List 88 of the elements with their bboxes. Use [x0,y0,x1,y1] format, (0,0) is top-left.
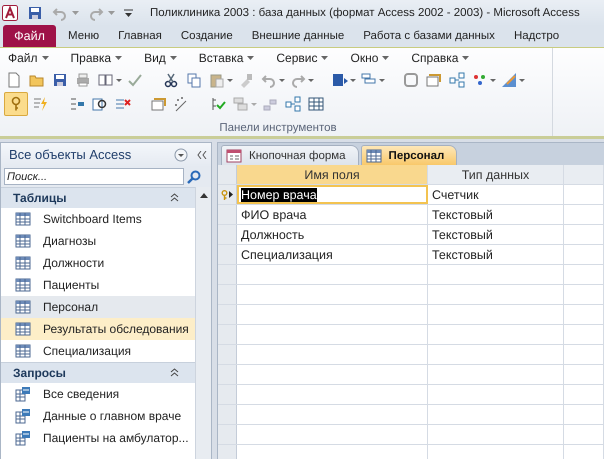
column-header[interactable]: Имя поля [237,165,428,184]
group-label: Панели инструментов [218,122,338,134]
menu-item[interactable]: Справка [407,51,474,65]
group-title: Запросы [13,366,66,380]
key-icon [221,190,228,200]
navigation-item[interactable]: Персонал [1,296,195,318]
query-icon [15,430,31,446]
table-icon [15,343,31,359]
form-icon [226,148,242,164]
navigation-item[interactable]: Результаты обследования [1,318,195,340]
caret-icon[interactable] [350,78,356,82]
group-header[interactable]: Таблицы [1,187,195,208]
navigation-item[interactable]: Пациенты на амбулатор... [1,427,195,449]
group-title: Таблицы [13,191,66,205]
ribbon-tab[interactable]: Создание [174,25,240,47]
caret-icon[interactable] [519,78,525,82]
navigation-item[interactable]: Диагнозы [1,230,195,252]
pane-title: Все объекты Access [9,147,132,162]
navigation-item[interactable]: Все сведения [1,383,195,405]
search-icon[interactable] [187,170,201,184]
scroll-up-icon[interactable] [200,193,208,198]
row-selector[interactable] [218,185,237,204]
table-icon [15,233,31,249]
data-type[interactable]: Счетчик [432,188,479,202]
query-icon [15,386,31,402]
window-title: Поликлиника 2003 : база данных (формат Access 2002 - 2003) - Microsoft Access [150,6,580,18]
frame-icon[interactable] [401,70,421,90]
caret-icon [42,56,49,60]
menu-item[interactable]: Окно [346,51,394,65]
save-icon[interactable] [27,4,43,20]
document-tab[interactable]: Кнопочная форма [221,145,359,165]
navigation-item[interactable]: Должности [1,252,195,274]
group-header[interactable]: Запросы [1,362,195,383]
caret-icon [321,56,328,60]
navigation-item[interactable]: Switchboard Items [1,208,195,230]
data-type[interactable]: Текстовый [432,228,493,242]
menu-item[interactable]: Правка [66,51,126,65]
menu-item[interactable]: Вид [140,51,181,65]
table-icon [15,211,31,227]
menu-item[interactable]: Сервис [272,51,332,65]
caret-icon[interactable] [279,78,285,82]
current-row-icon [229,191,233,198]
caret-icon [115,56,122,60]
table-icon [15,277,31,293]
caret-icon[interactable] [108,10,115,14]
ribbon-tab[interactable]: Меню [61,25,106,47]
data-type[interactable]: Текстовый [432,208,493,222]
field-name[interactable]: ФИО врача [241,208,306,222]
menu-item[interactable]: Файл [4,51,53,65]
dropdown-icon[interactable] [174,148,188,162]
table-icon [15,255,31,271]
ribbon-tab[interactable]: Работа с базами данных [356,25,502,47]
primary-key-button[interactable] [4,92,28,116]
access-logo-icon [2,4,18,20]
navigation-item[interactable]: Пациенты [1,274,195,296]
field-name[interactable]: Должность [241,228,304,242]
caret-icon[interactable] [227,78,233,82]
navigation-item[interactable]: Данные о главном враче [1,405,195,427]
menu-item[interactable]: Вставка [194,51,258,65]
document-tab[interactable]: Персонал [360,145,458,165]
navigation-item[interactable]: Специализация [1,340,195,362]
scrollbar[interactable] [195,187,211,459]
data-type[interactable]: Текстовый [432,248,493,262]
field-name[interactable]: Специализация [241,248,333,262]
diagram-icon[interactable] [447,70,467,90]
column-header[interactable]: Тип данных [428,165,564,184]
caret-icon[interactable] [490,78,496,82]
search-field[interactable]: Поиск... [4,168,184,185]
diagram-icon[interactable] [283,94,303,114]
file-tab[interactable]: Файл [3,25,56,47]
caret-icon[interactable] [116,78,122,82]
caret-icon [462,56,470,60]
ribbon-tab[interactable]: Внешние данные [244,25,352,47]
table-icon [15,321,31,337]
collapse-icon[interactable] [197,150,207,158]
customize-menu-icon[interactable] [124,8,133,18]
caret-icon [170,56,177,60]
table-icon [15,299,31,315]
ribbon-tab[interactable]: Главная [111,25,169,47]
ribbon-tab[interactable]: Надстро [506,25,566,47]
caret-icon [382,56,390,60]
field-name[interactable]: Номер врача [241,188,317,202]
caret-icon[interactable] [72,10,79,14]
caret-icon [247,56,254,60]
caret-icon[interactable] [308,78,314,82]
caret-icon[interactable] [379,78,385,82]
table-icon [366,148,382,164]
query-icon [15,408,31,424]
